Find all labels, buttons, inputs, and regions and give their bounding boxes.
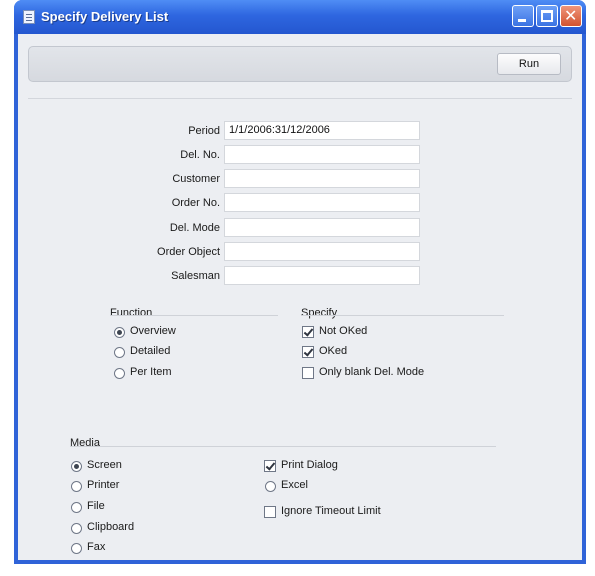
- order-object-label: Order Object: [157, 246, 220, 258]
- excel-label[interactable]: Excel: [281, 479, 308, 491]
- specify-group-line: [301, 315, 504, 316]
- period-label: Period: [188, 125, 220, 137]
- window-title: Specify Delivery List: [41, 9, 169, 24]
- del-no-label: Del. No.: [180, 149, 220, 161]
- customer-field[interactable]: [224, 169, 420, 188]
- function-group-title: Function: [110, 307, 153, 319]
- window-content: Run Period 1/1/2006:31/12/2006 Del. No. …: [18, 34, 582, 560]
- divider: [28, 98, 572, 99]
- document-icon: [23, 10, 35, 24]
- del-mode-field[interactable]: [224, 218, 420, 237]
- media-group-line: [70, 446, 496, 447]
- order-no-field[interactable]: [224, 193, 420, 212]
- minimize-icon: [518, 19, 526, 22]
- function-detailed-label[interactable]: Detailed: [130, 345, 170, 357]
- specify-delivery-list-window: Specify Delivery List ✕ Run Period 1/1/2…: [14, 0, 586, 564]
- media-clipboard-label[interactable]: Clipboard: [87, 521, 134, 533]
- title-bar[interactable]: Specify Delivery List ✕: [14, 0, 586, 34]
- media-screen-radio[interactable]: [71, 461, 82, 472]
- salesman-label: Salesman: [171, 270, 220, 282]
- media-screen-label[interactable]: Screen: [87, 459, 122, 471]
- period-field[interactable]: 1/1/2006:31/12/2006: [224, 121, 420, 140]
- salesman-field[interactable]: [224, 266, 420, 285]
- specify-group-title: Specify: [301, 307, 338, 319]
- only-blank-del-mode-label[interactable]: Only blank Del. Mode: [319, 366, 424, 378]
- del-mode-label: Del. Mode: [169, 222, 220, 234]
- close-icon: ✕: [564, 6, 578, 25]
- media-group-title: Media: [70, 437, 100, 449]
- function-group-line: [110, 315, 278, 316]
- function-per-item-label[interactable]: Per Item: [130, 366, 172, 378]
- button-bar: Run: [28, 46, 572, 82]
- del-no-field[interactable]: [224, 145, 420, 164]
- ignore-timeout-limit-checkbox[interactable]: [264, 506, 276, 518]
- function-per-item-radio[interactable]: [114, 368, 125, 379]
- media-fax-label[interactable]: Fax: [87, 541, 105, 553]
- print-dialog-label[interactable]: Print Dialog: [281, 459, 338, 471]
- maximize-button[interactable]: [536, 5, 558, 27]
- media-printer-label[interactable]: Printer: [87, 479, 119, 491]
- oked-label[interactable]: OKed: [319, 345, 347, 357]
- minimize-button[interactable]: [512, 5, 534, 27]
- media-fax-radio[interactable]: [71, 543, 82, 554]
- media-printer-radio[interactable]: [71, 481, 82, 492]
- ignore-timeout-limit-label[interactable]: Ignore Timeout Limit: [281, 505, 381, 517]
- function-detailed-radio[interactable]: [114, 347, 125, 358]
- function-overview-label[interactable]: Overview: [130, 325, 176, 337]
- maximize-icon: [541, 10, 553, 22]
- media-file-label[interactable]: File: [87, 500, 105, 512]
- print-dialog-checkbox[interactable]: [264, 460, 276, 472]
- run-button[interactable]: Run: [497, 53, 561, 75]
- function-overview-radio[interactable]: [114, 327, 125, 338]
- oked-checkbox[interactable]: [302, 346, 314, 358]
- close-button[interactable]: ✕: [560, 5, 582, 27]
- order-object-field[interactable]: [224, 242, 420, 261]
- not-oked-label[interactable]: Not OKed: [319, 325, 367, 337]
- media-clipboard-radio[interactable]: [71, 523, 82, 534]
- order-no-label: Order No.: [171, 197, 220, 209]
- not-oked-checkbox[interactable]: [302, 326, 314, 338]
- excel-radio[interactable]: [265, 481, 276, 492]
- only-blank-del-mode-checkbox[interactable]: [302, 367, 314, 379]
- media-file-radio[interactable]: [71, 502, 82, 513]
- customer-label: Customer: [172, 173, 220, 185]
